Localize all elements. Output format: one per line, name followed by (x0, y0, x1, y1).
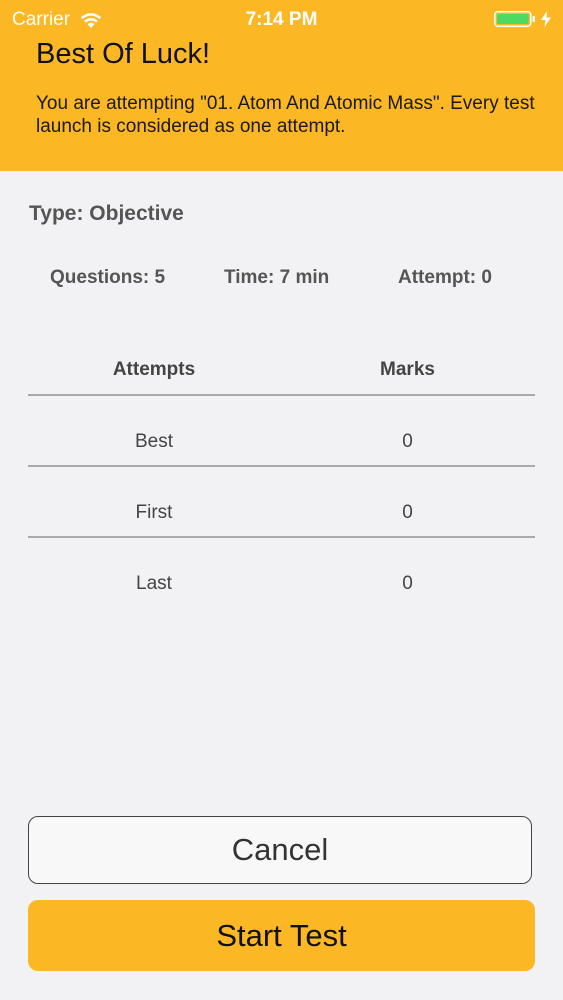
table-row: Best 0 (28, 396, 535, 467)
row-label: Best (134, 431, 174, 452)
marks-table: Attempts Marks Best 0 First 0 Last 0 (28, 346, 535, 607)
row-marks: 0 (402, 502, 413, 523)
status-bar: Carrier 7:14 PM (0, 0, 563, 38)
status-time: 7:14 PM (245, 9, 318, 30)
table-row: First 0 (28, 467, 535, 538)
time-limit: Time: 7 min (224, 267, 330, 288)
charging-bolt-icon (541, 11, 551, 27)
header-attempts: Attempts (112, 359, 196, 380)
header: Carrier 7:14 PM Best Of Luck! You are at… (0, 0, 563, 171)
row-label: Last (136, 573, 172, 594)
battery-icon (494, 11, 535, 27)
question-count: Questions: 5 (50, 267, 166, 288)
start-test-button[interactable]: Start Test (28, 900, 535, 971)
row-marks: 0 (402, 573, 413, 594)
test-type: Type: Objective (29, 202, 184, 225)
table-row: Last 0 (28, 538, 535, 607)
table-header: Attempts Marks (28, 346, 535, 396)
row-label: First (135, 502, 173, 523)
attempt-count: Attempt: 0 (398, 267, 492, 288)
row-marks: 0 (402, 431, 413, 452)
page-title: Best Of Luck! (36, 38, 211, 70)
attempt-message: You are attempting "01. Atom And Atomic … (36, 93, 535, 137)
cancel-button[interactable]: Cancel (28, 816, 532, 884)
battery-group (494, 11, 551, 27)
header-marks: Marks (380, 359, 435, 380)
